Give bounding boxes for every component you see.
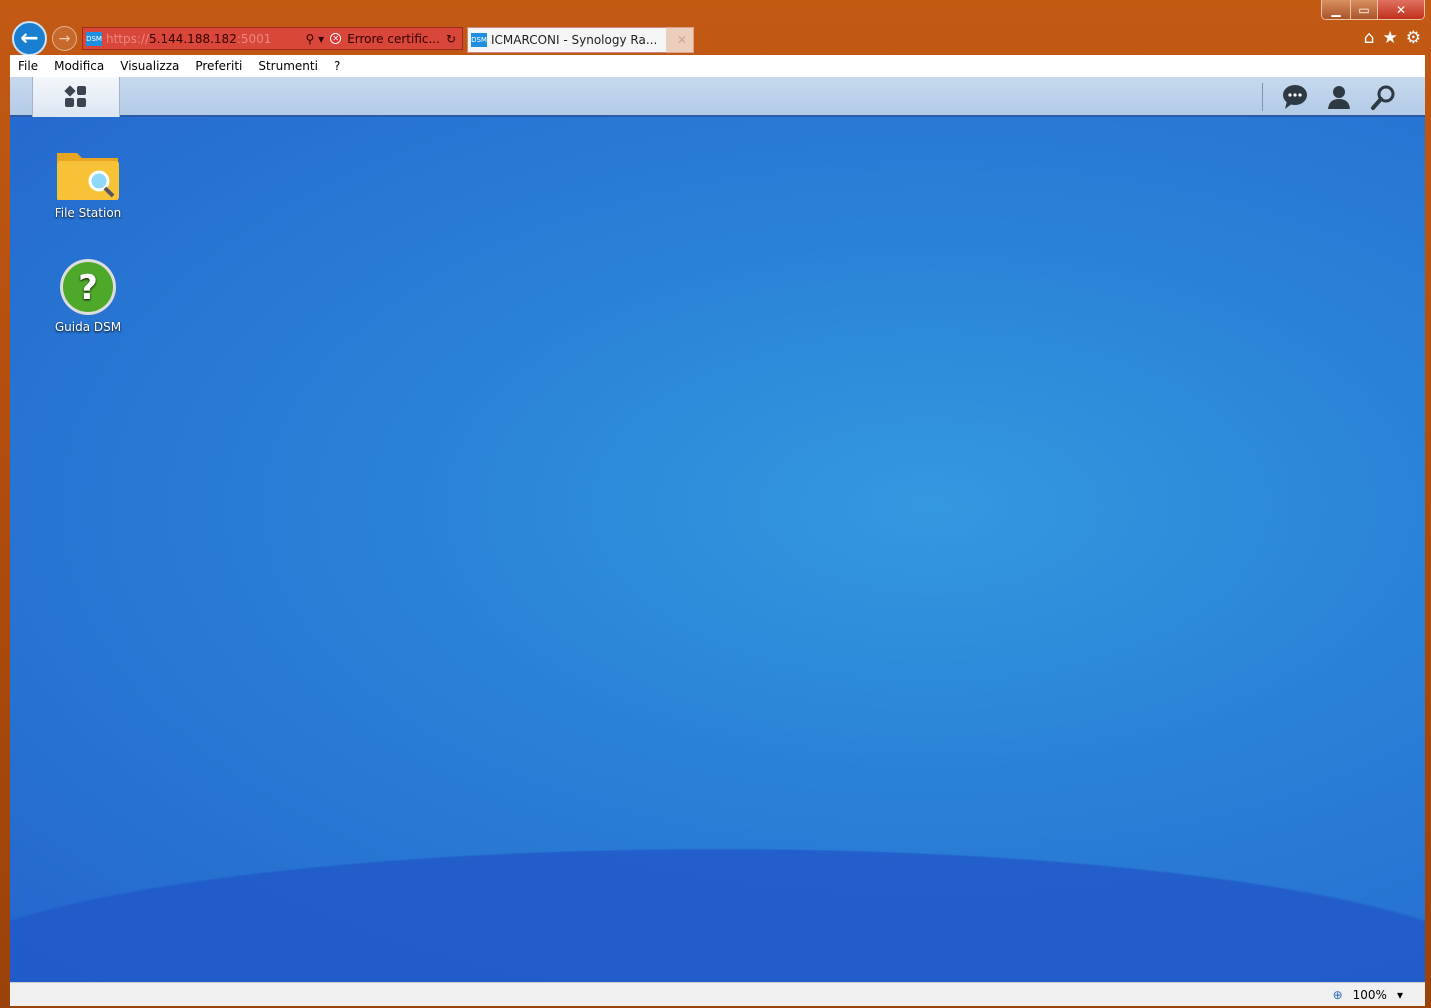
divider [1262,83,1263,111]
help-question-icon: ? [60,259,116,315]
address-prefix: https:// [106,31,150,46]
search-icon[interactable] [1369,83,1397,111]
cert-error-icon[interactable]: ✕ [330,33,342,44]
zoom-dropdown-icon[interactable]: ▾ [1397,988,1403,1002]
home-icon[interactable]: ⌂ [1364,28,1375,48]
notifications-chat-icon[interactable] [1281,83,1309,111]
main-menu-button[interactable] [32,77,120,117]
back-button[interactable]: ← [12,21,47,56]
desktop-icon-guida-dsm[interactable]: ? Guida DSM [43,257,133,334]
menu-strumenti[interactable]: Strumenti [250,59,326,73]
address-bar[interactable]: DSM https:// 5.144.188.182 :5001 ⚲ ▾ ✕ E… [82,27,463,50]
zoom-control[interactable]: ⊕ 100% ▾ [1333,988,1403,1002]
minimize-button[interactable]: ▁ [1322,0,1350,19]
address-suffix: :5001 [236,31,272,46]
window-controls: ▁ ▭ ✕ [1321,0,1425,20]
dsm-desktop: File Station ? Guida DSM [10,117,1425,982]
dsm-favicon-icon: DSM [86,31,102,46]
desktop-icon-label: Guida DSM [54,320,122,334]
settings-gear-icon[interactable]: ⚙ [1406,28,1421,48]
menu-modifica[interactable]: Modifica [46,59,112,73]
close-button[interactable]: ✕ [1377,0,1424,19]
dsm-favicon-icon: DSM [471,33,487,47]
zoom-icon: ⊕ [1332,988,1343,1002]
favorites-star-icon[interactable]: ★ [1383,28,1398,48]
refresh-icon[interactable]: ↻ [446,32,456,46]
forward-button[interactable]: → [52,26,77,51]
grid-icon [64,85,86,107]
menu-bar: File Modifica Visualizza Preferiti Strum… [10,55,1425,77]
user-icon[interactable] [1325,83,1353,111]
background-wave [10,817,1425,982]
maximize-button[interactable]: ▭ [1350,0,1377,19]
menu-visualizza[interactable]: Visualizza [112,59,187,73]
menu-file[interactable]: File [10,59,46,73]
zoom-level: 100% [1352,988,1387,1002]
tab-title: ICMARCONI - Synology Ra... [491,33,658,47]
cert-error-label[interactable]: Errore certific... [347,32,440,46]
search-icon[interactable]: ⚲ ▾ [306,32,325,46]
desktop-icon-label: File Station [54,206,122,220]
folder-search-icon [57,153,119,200]
address-host: 5.144.188.182 [149,31,237,46]
menu-preferiti[interactable]: Preferiti [187,59,250,73]
desktop-icon-file-station[interactable]: File Station [43,147,133,220]
menu-help[interactable]: ? [326,59,348,73]
svg-text:?: ? [78,268,98,308]
new-tab-button[interactable] [666,27,694,53]
dsm-taskbar [10,77,1425,117]
tab-icmarconi[interactable]: DSM ICMARCONI - Synology Ra... ✕ [467,27,694,53]
status-bar: ⊕ 100% ▾ [10,982,1425,1006]
